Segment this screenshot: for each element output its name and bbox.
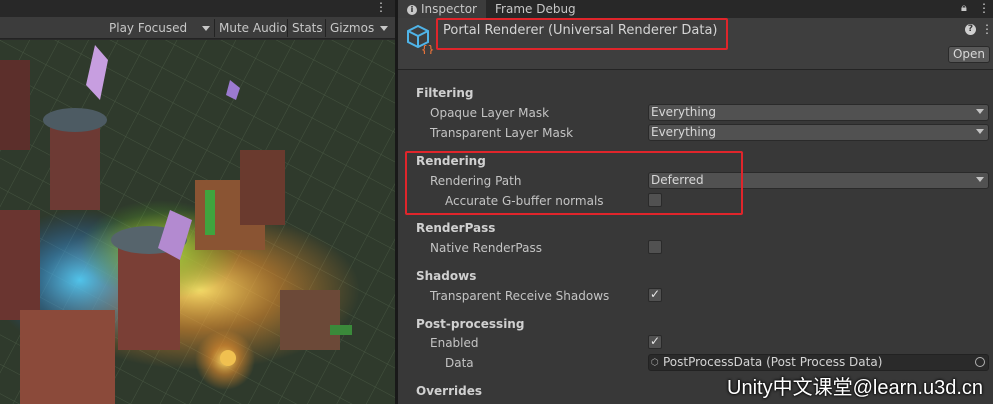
section-overrides-title: Overrides bbox=[416, 384, 482, 398]
settings-menu-icon[interactable]: ⋮ bbox=[981, 22, 993, 36]
post-processing-data-field[interactable]: ⬡ PostProcessData (Post Process Data) bbox=[648, 354, 989, 371]
post-processing-data-value: PostProcessData (Post Process Data) bbox=[663, 355, 883, 369]
watermark-text: Unity中文课堂@learn.u3d.cn bbox=[727, 377, 983, 399]
opaque-layer-mask-dropdown[interactable]: Everything bbox=[648, 104, 989, 121]
game-view-toolbar: Play Focused Mute Audio Stats Gizmos bbox=[0, 17, 395, 39]
opaque-layer-mask-label: Opaque Layer Mask bbox=[430, 106, 550, 120]
more-options-icon[interactable]: ⋮ bbox=[375, 0, 387, 14]
game-view-tab-strip: ⋮ bbox=[0, 0, 395, 17]
section-renderpass-title: RenderPass bbox=[416, 221, 496, 235]
toolbar-divider bbox=[325, 19, 326, 37]
opaque-layer-mask-value: Everything bbox=[651, 105, 716, 119]
mute-audio-toggle[interactable]: Mute Audio bbox=[219, 17, 287, 39]
tab-frame-debug[interactable]: Frame Debug bbox=[495, 0, 576, 18]
section-post-processing-title: Post-processing bbox=[416, 317, 525, 331]
gizmos-toggle[interactable]: Gizmos bbox=[330, 17, 374, 39]
post-processing-enabled-checkbox[interactable]: ✓ bbox=[648, 334, 662, 349]
toolbar-divider bbox=[287, 19, 288, 37]
native-renderpass-label: Native RenderPass bbox=[430, 241, 542, 255]
chevron-down-icon[interactable] bbox=[380, 26, 388, 31]
game-view-panel: ⋮ Play Focused Mute Audio Stats Gizmos bbox=[0, 0, 395, 404]
info-icon: i bbox=[407, 4, 417, 15]
checkmark-icon: ✓ bbox=[650, 334, 661, 348]
transparent-layer-mask-dropdown[interactable]: Everything bbox=[648, 124, 989, 141]
help-icon[interactable]: ? bbox=[965, 24, 976, 35]
transparent-layer-mask-value: Everything bbox=[651, 125, 716, 139]
object-picker-icon[interactable] bbox=[975, 357, 985, 367]
tab-inspector[interactable]: i Inspector bbox=[398, 0, 486, 18]
toolbar-divider bbox=[214, 19, 215, 37]
transparent-receive-shadows-label: Transparent Receive Shadows bbox=[430, 289, 610, 303]
transparent-receive-shadows-checkbox[interactable]: ✓ bbox=[648, 287, 662, 302]
native-renderpass-checkbox[interactable] bbox=[648, 240, 662, 254]
svg-text:{}: {} bbox=[421, 43, 434, 54]
play-focused-dropdown[interactable]: Play Focused bbox=[109, 17, 187, 39]
chevron-down-icon bbox=[976, 109, 984, 114]
game-scene-render bbox=[0, 40, 395, 404]
rendering-highlight-box bbox=[405, 151, 743, 215]
renderer-asset-icon: {} bbox=[407, 24, 434, 54]
inspector-tab-bar: i Inspector Frame Debug 🔒︎ ⋮ bbox=[398, 0, 993, 18]
title-highlight-box bbox=[436, 18, 728, 50]
post-processing-enabled-label: Enabled bbox=[430, 336, 479, 350]
tab-frame-debug-label: Frame Debug bbox=[495, 2, 576, 16]
checkmark-icon: ✓ bbox=[650, 287, 661, 301]
asset-file-icon: ⬡ bbox=[651, 358, 659, 368]
chevron-down-icon bbox=[976, 129, 984, 134]
chevron-down-icon[interactable] bbox=[202, 26, 210, 31]
tab-inspector-label: Inspector bbox=[421, 2, 477, 16]
more-options-icon[interactable]: ⋮ bbox=[978, 0, 990, 16]
post-processing-data-label: Data bbox=[445, 356, 474, 370]
chevron-down-icon bbox=[976, 177, 984, 182]
transparent-layer-mask-label: Transparent Layer Mask bbox=[430, 126, 574, 140]
section-filtering-title: Filtering bbox=[416, 86, 474, 100]
lock-icon[interactable]: 🔒︎ bbox=[961, 1, 967, 15]
stats-toggle[interactable]: Stats bbox=[292, 17, 323, 39]
section-shadows-title: Shadows bbox=[416, 269, 477, 283]
open-button[interactable]: Open bbox=[948, 46, 990, 63]
inspector-panel: i Inspector Frame Debug 🔒︎ ⋮ {} Portal Re… bbox=[398, 0, 993, 404]
